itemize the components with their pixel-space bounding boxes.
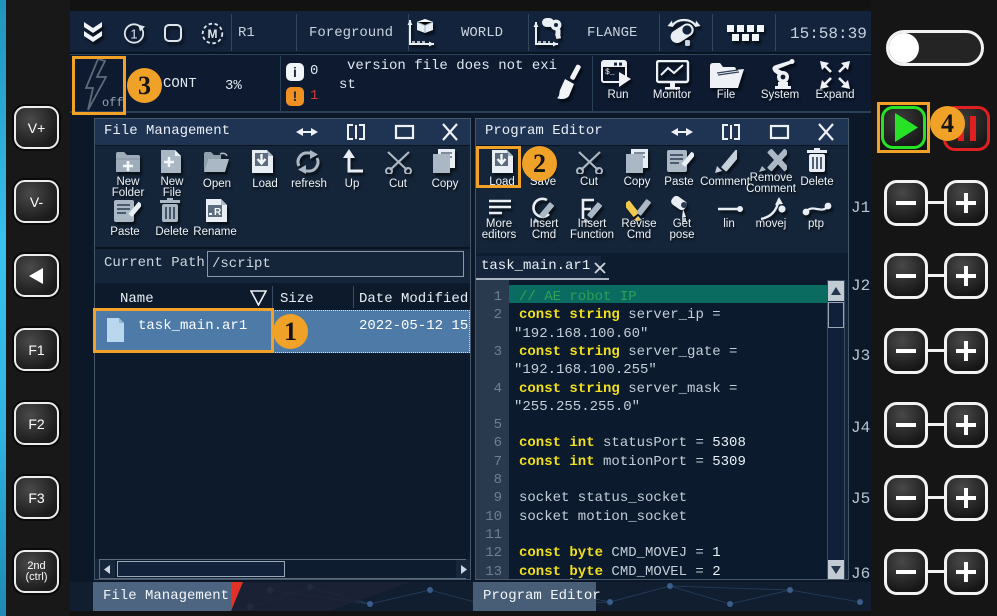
svg-text:M: M [208, 27, 218, 41]
svg-text:1: 1 [130, 27, 137, 42]
svg-text:$_: $_ [605, 68, 615, 77]
svg-text:R: R [214, 207, 222, 218]
